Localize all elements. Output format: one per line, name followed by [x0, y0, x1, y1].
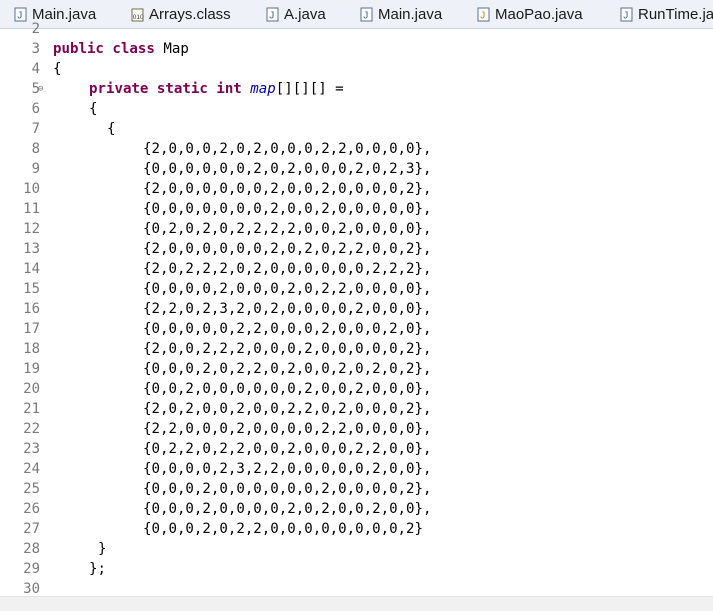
line-number: 27 — [23, 521, 40, 537]
line-number: 26 — [23, 501, 40, 517]
line-number: 12 — [23, 221, 40, 237]
line-number: 24 — [23, 461, 40, 477]
array-row-line: {0,0,0,0,2,3,2,2,0,0,0,0,0,2,0,0}, — [143, 461, 432, 477]
line-number: 3 — [31, 41, 40, 57]
line-number: 23 — [23, 441, 40, 457]
editor-tab-bar: J Main.java 010 Arrays.class J A.java J … — [0, 0, 713, 29]
array-row-line: {2,2,0,0,0,2,0,0,0,0,2,2,0,0,0,0}, — [143, 421, 432, 437]
tab-label: RunTime.ja — [638, 5, 713, 23]
array-row-line: {0,0,0,2,0,0,0,0,2,0,2,0,0,2,0,0}, — [143, 501, 432, 517]
line-number: 20 — [23, 381, 40, 397]
tab-main-java-2[interactable]: J Main.java — [360, 0, 442, 28]
code-line: { — [107, 121, 116, 137]
svg-text:J: J — [623, 10, 628, 21]
java-file-icon: J — [266, 7, 279, 21]
svg-text:J: J — [269, 10, 274, 21]
line-number: 19 — [23, 361, 40, 377]
tab-maopao-java[interactable]: J MaoPao.java — [477, 0, 583, 28]
java-file-icon: J — [620, 7, 633, 21]
line-number: 13 — [23, 241, 40, 257]
line-number: 6 — [31, 101, 40, 117]
code-line: } — [98, 541, 107, 557]
svg-text:J: J — [363, 10, 368, 21]
horizontal-scrollbar[interactable] — [0, 596, 713, 611]
line-number: 10 — [23, 181, 40, 197]
array-row-line: {0,0,0,2,0,0,0,0,0,0,2,0,0,0,0,2}, — [143, 481, 432, 497]
code-line: { — [89, 101, 98, 117]
code-line: private static int map[][][] = — [89, 81, 344, 97]
line-number: 18 — [23, 341, 40, 357]
fold-collapse-icon[interactable]: ⊖ — [38, 79, 43, 99]
code-editor[interactable]: 2 3 4 5 6 7 8 9 10 11 12 13 14 15 16 17 18 19 20 21 22 23 24 25… — [0, 21, 713, 597]
array-row-line: {2,0,2,0,0,2,0,0,2,2,0,2,0,0,0,2}, — [143, 401, 432, 417]
svg-text:010: 010 — [133, 14, 144, 21]
line-number: 7 — [31, 121, 40, 137]
line-number: 9 — [31, 161, 40, 177]
array-row-line: {0,0,0,2,0,2,2,0,2,0,0,2,0,2,0,2}, — [143, 361, 432, 377]
array-row-line: {0,0,0,0,2,0,0,0,2,0,2,2,0,0,0,0}, — [143, 281, 432, 297]
line-number: 15 — [23, 281, 40, 297]
array-row-line: {0,2,2,0,2,2,0,0,2,0,0,0,2,2,0,0}, — [143, 441, 432, 457]
tab-arrays-class[interactable]: 010 Arrays.class — [131, 0, 231, 28]
tab-label: Main.java — [32, 5, 97, 23]
array-row-line: {0,0,0,2,0,2,2,0,0,0,0,0,0,0,0,2} — [143, 521, 424, 537]
array-row-line: {0,2,0,2,0,2,2,2,2,0,0,2,0,0,0,0}, — [143, 221, 432, 237]
array-row-line: {0,0,0,0,0,2,2,0,0,0,2,0,0,0,2,0}, — [143, 321, 432, 337]
code-line: public class Map — [53, 41, 189, 57]
tab-label: A.java — [284, 5, 326, 23]
line-number: 2 — [31, 21, 40, 37]
array-row-line: {2,0,0,0,0,0,0,2,0,0,2,0,0,0,0,2}, — [143, 181, 432, 197]
line-number: 4 — [31, 61, 40, 77]
array-row-line: {0,0,0,0,0,0,2,0,2,0,0,0,2,0,2,3}, — [143, 161, 432, 177]
line-number: 22 — [23, 421, 40, 437]
array-row-line: {2,0,0,0,0,0,0,2,0,2,0,2,2,0,0,2}, — [143, 241, 432, 257]
line-number: 8 — [31, 141, 40, 157]
array-row-line: {2,0,0,0,2,0,2,0,0,0,2,2,0,0,0,0}, — [143, 141, 432, 157]
array-row-line: {2,0,2,2,2,0,2,0,0,0,0,0,0,2,2,2}, — [143, 261, 432, 277]
array-row-line: {2,2,0,2,3,2,0,2,0,0,0,0,2,0,0,0}, — [143, 301, 432, 317]
line-number: 29 — [23, 561, 40, 577]
line-number-gutter: 2 3 4 5 6 7 8 9 10 11 12 13 14 15 16 17 18 19 20 21 22 23 24 25… — [0, 21, 46, 597]
tab-a-java[interactable]: J A.java — [266, 0, 326, 28]
line-number: 21 — [23, 401, 40, 417]
tab-runtime-java[interactable]: J RunTime.ja — [620, 0, 713, 28]
line-number: 5 — [31, 81, 40, 97]
line-number: 28 — [23, 541, 40, 557]
array-row-line: {0,0,0,0,0,0,0,2,0,0,2,0,0,0,0,0}, — [143, 201, 432, 217]
tab-label: Main.java — [378, 5, 443, 23]
line-number: 16 — [23, 301, 40, 317]
java-file-icon: J — [477, 7, 490, 21]
line-number: 14 — [23, 261, 40, 277]
array-row-line: {0,0,2,0,0,0,0,0,0,2,0,0,2,0,0,0}, — [143, 381, 432, 397]
code-line: { — [53, 61, 62, 77]
code-line: }; — [89, 561, 106, 577]
class-file-icon: 010 — [131, 8, 144, 21]
line-number: 11 — [23, 201, 40, 217]
svg-text:J: J — [480, 10, 485, 21]
line-number: 25 — [23, 481, 40, 497]
tab-label: Arrays.class — [149, 5, 231, 23]
tab-label: MaoPao.java — [495, 5, 583, 23]
java-file-icon: J — [360, 7, 373, 21]
array-row-line: {2,0,0,2,2,2,0,0,0,2,0,0,0,0,0,2}, — [143, 341, 432, 357]
line-number: 17 — [23, 321, 40, 337]
